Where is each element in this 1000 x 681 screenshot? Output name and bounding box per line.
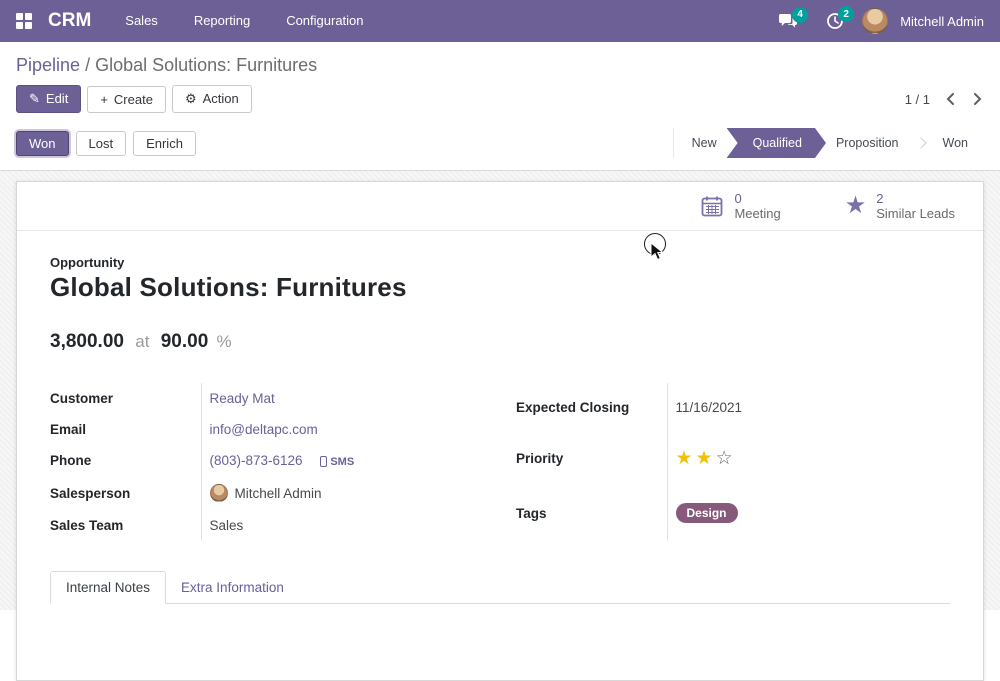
nav-item-sales[interactable]: Sales <box>107 0 176 42</box>
calendar-icon <box>700 194 724 218</box>
field-row-email: Email info@deltapc.com <box>50 414 484 445</box>
customer-value[interactable]: Ready Mat <box>210 391 275 406</box>
statusbar: Won Lost Enrich New Qualified Propositio… <box>0 124 1000 171</box>
user-avatar[interactable] <box>862 8 888 34</box>
chevron-right-icon <box>973 93 982 105</box>
top-navbar: CRM Sales Reporting Configuration 4 2 Mi… <box>0 0 1000 42</box>
field-row-customer: Customer Ready Mat <box>50 383 484 414</box>
chevron-left-icon <box>946 93 955 105</box>
activities-badge: 2 <box>838 6 854 22</box>
expected-closing-value[interactable]: 11/16/2021 <box>676 400 743 415</box>
smart-buttons-row: 0 Meeting ★ 2 Similar Leads <box>17 182 983 231</box>
edit-button[interactable]: ✎Edit <box>16 85 81 113</box>
stage-proposition[interactable]: Proposition <box>820 128 915 158</box>
breadcrumb-current: / Global Solutions: Furnitures <box>85 55 317 75</box>
meeting-label: Meeting <box>734 206 780 221</box>
action-button[interactable]: ⚙Action <box>172 85 252 113</box>
email-value[interactable]: info@deltapc.com <box>210 422 318 437</box>
tag-design[interactable]: Design <box>676 503 738 523</box>
expected-closing-label: Expected Closing <box>516 383 667 431</box>
apps-grid-icon[interactable] <box>16 13 32 29</box>
field-group-right: Expected Closing 11/16/2021 Priority ★★☆… <box>516 383 950 541</box>
field-row-tags: Tags Design <box>516 485 950 541</box>
user-menu[interactable]: Mitchell Admin <box>900 14 984 29</box>
pencil-icon: ✎ <box>29 91 40 106</box>
stage-won[interactable]: Won <box>927 128 984 158</box>
phone-value[interactable]: (803)-873-6126 <box>210 453 303 468</box>
pager-previous-button[interactable] <box>944 91 957 107</box>
app-brand[interactable]: CRM <box>48 10 91 32</box>
messages-badge: 4 <box>792 7 808 23</box>
plus-icon: + <box>100 92 108 107</box>
meeting-count: 0 <box>734 191 780 206</box>
phone-label: Phone <box>50 445 201 476</box>
email-label: Email <box>50 414 201 445</box>
sales-team-label: Sales Team <box>50 510 201 541</box>
form-sheet: 0 Meeting ★ 2 Similar Leads Opportunity … <box>16 181 984 681</box>
priority-label: Priority <box>516 431 667 485</box>
meetings-smart-button[interactable]: 0 Meeting <box>700 191 780 221</box>
breadcrumb-pipeline-link[interactable]: Pipeline <box>16 55 80 75</box>
nav-item-configuration[interactable]: Configuration <box>268 0 381 42</box>
lost-button[interactable]: Lost <box>76 131 127 156</box>
customer-label: Customer <box>50 383 201 414</box>
star-icon: ★ <box>845 194 867 218</box>
breadcrumb: Pipeline / Global Solutions: Furnitures <box>0 42 1000 80</box>
field-row-phone: Phone (803)-873-6126 SMS <box>50 445 484 476</box>
sms-button[interactable]: SMS <box>320 456 354 468</box>
form-view-background: 0 Meeting ★ 2 Similar Leads Opportunity … <box>0 171 1000 610</box>
probability-value: 90.00 <box>161 331 209 352</box>
nav-item-reporting[interactable]: Reporting <box>176 0 268 42</box>
similar-leads-label: Similar Leads <box>876 206 955 221</box>
salesperson-label: Salesperson <box>50 476 201 510</box>
field-group-left: Customer Ready Mat Email info@deltapc.co… <box>50 383 484 541</box>
notebook-tabs: Internal Notes Extra Information <box>50 571 950 604</box>
field-row-sales-team: Sales Team Sales <box>50 510 484 541</box>
sales-team-value[interactable]: Sales <box>210 518 244 533</box>
mobile-phone-icon <box>320 456 327 467</box>
field-row-expected-closing: Expected Closing 11/16/2021 <box>516 383 950 431</box>
pager-next-button[interactable] <box>971 91 984 107</box>
salesperson-value[interactable]: Mitchell Admin <box>235 486 322 501</box>
field-row-priority: Priority ★★☆ <box>516 431 950 485</box>
percent-sign: % <box>217 332 232 351</box>
won-button[interactable]: Won <box>16 131 69 156</box>
enrich-button[interactable]: Enrich <box>133 131 196 156</box>
field-row-salesperson: Salesperson Mitchell Admin <box>50 476 484 510</box>
similar-leads-count: 2 <box>876 191 955 206</box>
create-button[interactable]: +Create <box>87 86 166 113</box>
at-label: at <box>129 332 155 351</box>
star-filled-icon[interactable]: ★ <box>676 448 696 469</box>
stage-new[interactable]: New <box>676 128 733 158</box>
control-panel: ✎Edit +Create ⚙Action 1 / 1 <box>0 80 1000 124</box>
tab-internal-notes[interactable]: Internal Notes <box>50 571 166 604</box>
tab-extra-information[interactable]: Extra Information <box>166 572 299 603</box>
activities-button[interactable]: 2 <box>816 8 854 34</box>
stage-separator-chevron-icon <box>915 137 926 148</box>
priority-stars[interactable]: ★★☆ <box>676 448 736 469</box>
opportunity-type-label: Opportunity <box>50 255 950 270</box>
opportunity-title: Global Solutions: Furnitures <box>50 272 950 303</box>
star-filled-icon[interactable]: ★ <box>696 448 716 469</box>
expected-revenue: 3,800.00 at 90.00 % <box>50 331 950 353</box>
amount-value: 3,800.00 <box>50 331 124 352</box>
stage-pipeline: New Qualified Proposition Won <box>673 128 984 158</box>
salesperson-avatar <box>210 484 228 502</box>
messages-button[interactable]: 4 <box>768 9 808 34</box>
gear-icon: ⚙ <box>185 91 197 106</box>
star-empty-icon[interactable]: ☆ <box>716 448 736 469</box>
stage-qualified[interactable]: Qualified <box>727 128 826 158</box>
similar-leads-smart-button[interactable]: ★ 2 Similar Leads <box>845 191 955 221</box>
tags-label: Tags <box>516 485 667 541</box>
pager-value: 1 / 1 <box>905 92 930 107</box>
